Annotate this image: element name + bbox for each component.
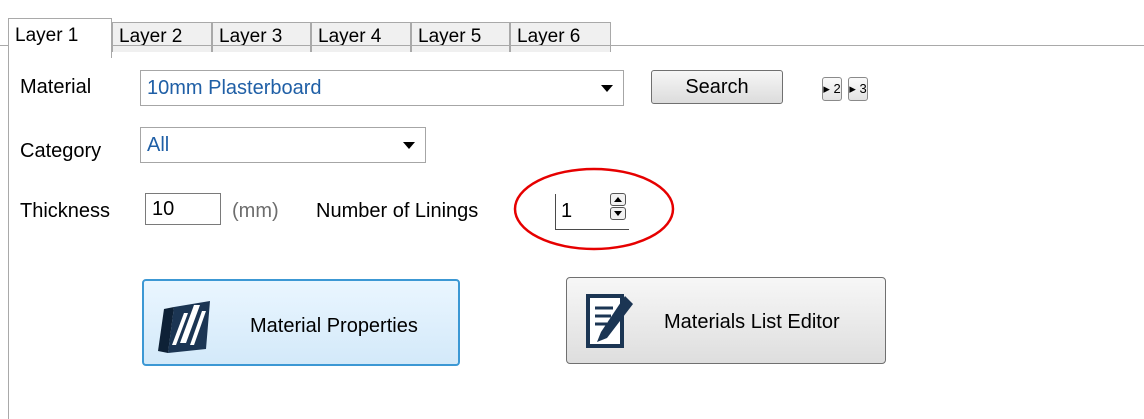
tab-layer-3[interactable]: Layer 3 xyxy=(212,22,311,52)
thickness-label: Thickness xyxy=(20,200,111,222)
tab-layer-2[interactable]: Layer 2 xyxy=(112,22,212,52)
material-label: Material xyxy=(20,76,92,98)
tab-label: Layer 4 xyxy=(318,26,382,47)
search-button-label: Search xyxy=(685,76,749,98)
search-button[interactable]: Search xyxy=(651,70,783,104)
material-value: 10mm Plasterboard xyxy=(147,77,322,99)
step-3-label: ▸ 3 xyxy=(849,81,867,96)
linings-label: Number of Linings xyxy=(316,200,479,222)
tab-layer-1[interactable]: Layer 1 xyxy=(8,18,112,58)
tab-label: Layer 2 xyxy=(119,26,183,47)
tab-layer-4[interactable]: Layer 4 xyxy=(311,22,411,52)
highlight-circle xyxy=(513,167,675,251)
material-properties-label: Material Properties xyxy=(250,315,418,337)
material-dropdown[interactable]: 10mm Plasterboard xyxy=(140,70,624,106)
tab-label: Layer 6 xyxy=(517,26,581,47)
tab-layer-5[interactable]: Layer 5 xyxy=(411,22,510,52)
category-dropdown[interactable]: All xyxy=(140,127,426,163)
striped-block-icon xyxy=(158,301,210,353)
step-3-button[interactable]: ▸ 3 xyxy=(848,77,868,101)
document-pen-icon xyxy=(586,294,633,348)
materials-list-editor-button[interactable]: Materials List Editor xyxy=(566,277,886,364)
tab-layer-6[interactable]: Layer 6 xyxy=(510,22,611,52)
panel-left-border xyxy=(8,45,9,419)
category-value: All xyxy=(147,134,170,156)
tab-label: Layer 3 xyxy=(219,26,283,47)
tab-label: Layer 5 xyxy=(418,26,482,47)
thickness-unit: (mm) xyxy=(232,200,279,222)
tab-label: Layer 1 xyxy=(15,25,79,46)
chevron-down-icon[interactable] xyxy=(403,142,415,149)
tab-strip: Layer 1 Layer 2 Layer 3 Layer 4 Layer 5 … xyxy=(8,12,1144,58)
step-2-label: ▸ 2 xyxy=(823,81,841,96)
category-label: Category xyxy=(20,140,102,162)
tab-panel-border xyxy=(0,45,1144,46)
materials-list-editor-label: Materials List Editor xyxy=(664,311,840,333)
material-properties-button[interactable]: Material Properties xyxy=(142,279,460,366)
step-2-button[interactable]: ▸ 2 xyxy=(822,77,842,101)
chevron-down-icon[interactable] xyxy=(601,85,613,92)
thickness-input[interactable] xyxy=(145,193,221,225)
